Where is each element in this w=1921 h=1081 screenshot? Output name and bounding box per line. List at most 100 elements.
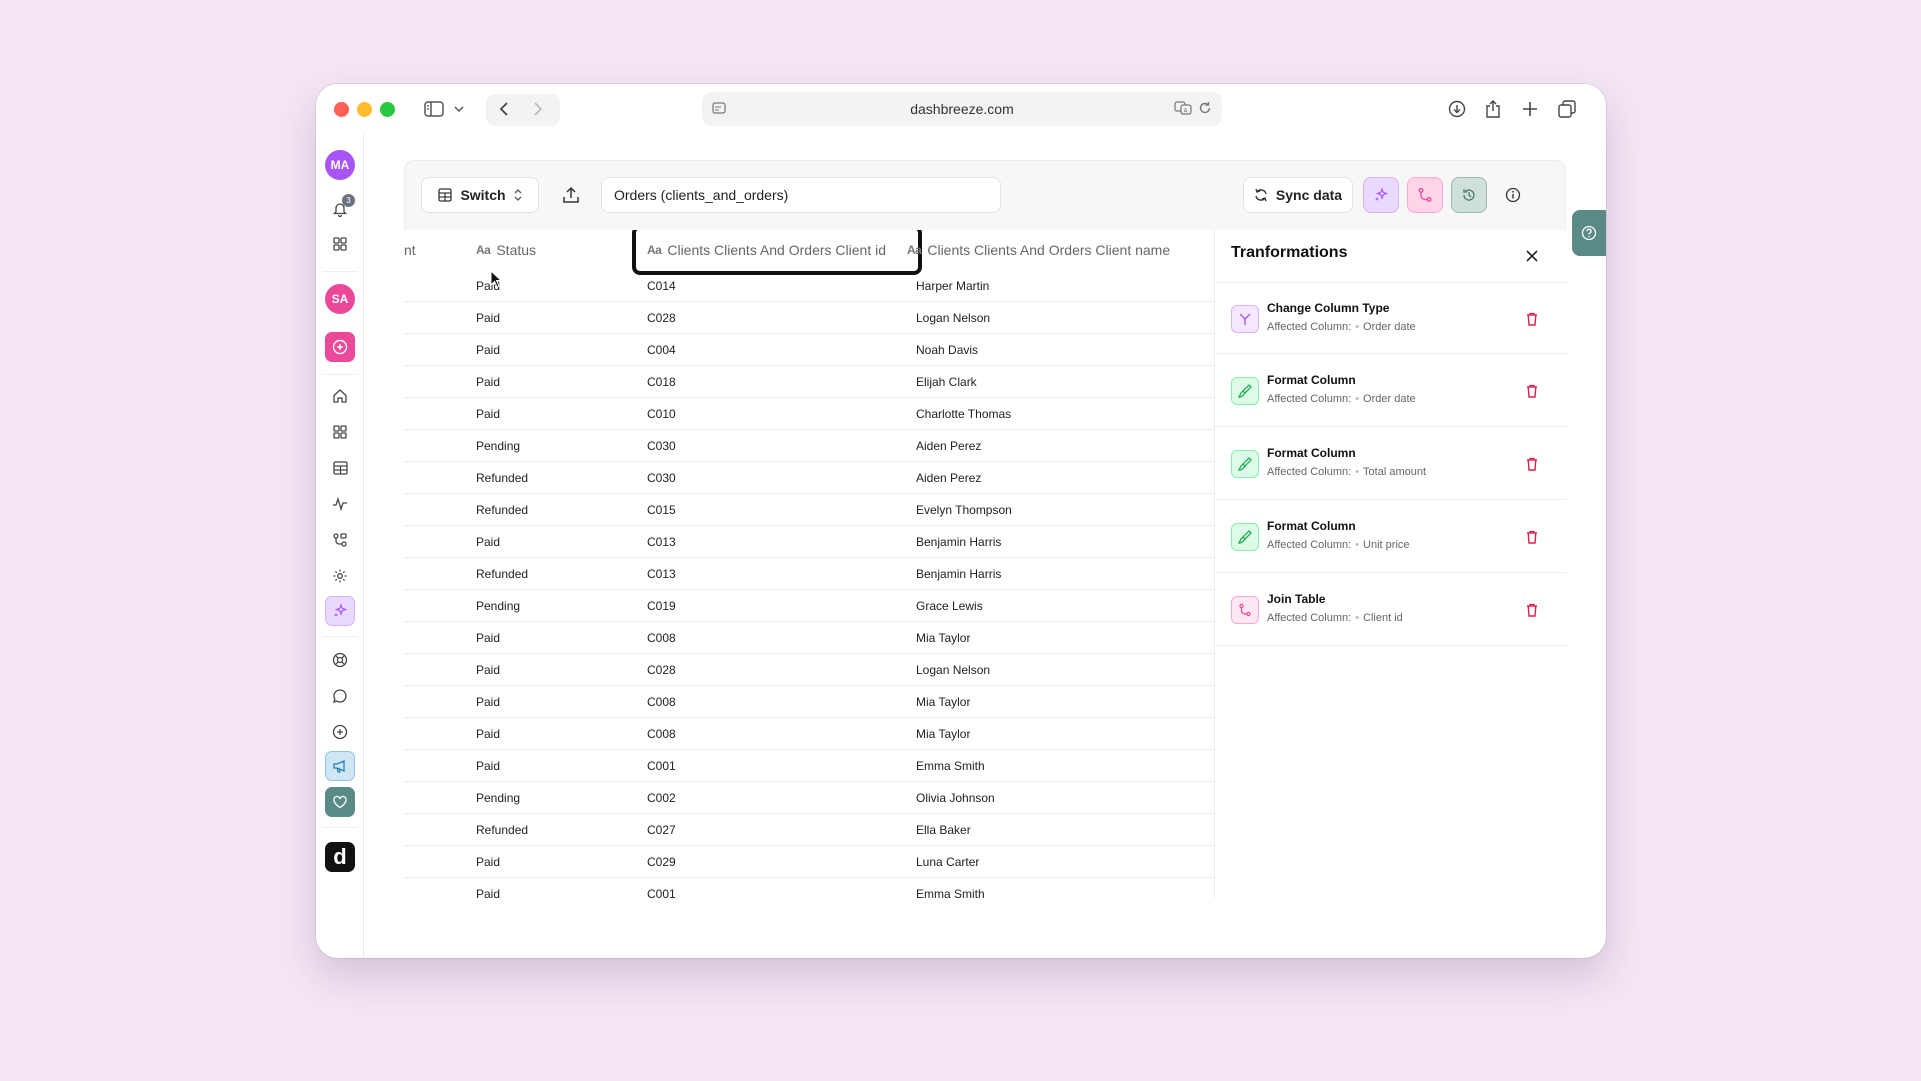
cell-client-id: C004	[647, 343, 676, 357]
cell-client-name: Grace Lewis	[916, 599, 983, 613]
cell-status: Paid	[476, 343, 501, 357]
transformation-item[interactable]: Format Column Affected Column: • Unit price	[1215, 501, 1567, 573]
cell-client-name: Luna Carter	[916, 855, 980, 869]
history-button[interactable]	[1451, 177, 1487, 213]
upload-button[interactable]	[553, 177, 589, 213]
cell-status: Paid	[476, 887, 501, 898]
join-icon	[1418, 188, 1432, 202]
table-row[interactable]: Paid C018 Elijah Clark	[404, 366, 1214, 398]
table-row[interactable]: Refunded C015 Evelyn Thompson	[404, 494, 1214, 526]
close-window-button[interactable]	[334, 102, 349, 117]
announcements-button[interactable]	[325, 751, 355, 781]
table-row[interactable]: Paid C008 Mia Taylor	[404, 686, 1214, 718]
refresh-icon	[1255, 188, 1267, 202]
table-row[interactable]: Pending C002 Olivia Johnson	[404, 782, 1214, 814]
dataset-name-field[interactable]: Orders (clients_and_orders)	[601, 177, 1001, 213]
column-highlight-outline	[632, 230, 922, 275]
feedback-heart-button[interactable]	[325, 787, 355, 817]
ai-sparkles-button[interactable]	[325, 596, 355, 626]
cell-status: Pending	[476, 599, 521, 613]
table-row[interactable]: Pending C019 Grace Lewis	[404, 590, 1214, 622]
table-row[interactable]: Refunded C013 Benjamin Harris	[404, 558, 1214, 590]
workspace-avatar[interactable]: SA	[325, 284, 355, 314]
table-row[interactable]: Refunded C027 Ella Baker	[404, 814, 1214, 846]
forward-arrow-icon[interactable]	[524, 94, 552, 124]
activity-icon[interactable]	[325, 489, 355, 519]
table-row[interactable]: Paid C008 Mia Taylor	[404, 622, 1214, 654]
column-header-status[interactable]: Aa Status	[476, 230, 536, 270]
table-row[interactable]: Paid C028 Logan Nelson	[404, 654, 1214, 686]
trash-icon[interactable]	[1523, 600, 1541, 620]
support-lifebuoy-icon[interactable]	[325, 645, 355, 675]
download-icon[interactable]	[1442, 94, 1472, 124]
cell-status: Refunded	[476, 503, 529, 517]
transformation-item[interactable]: Join Table Affected Column: • Client id	[1215, 574, 1567, 646]
transformation-title: Format Column	[1267, 373, 1356, 387]
column-header-amount[interactable]: nt	[404, 230, 416, 270]
cell-client-id: C027	[647, 823, 676, 837]
info-icon	[1505, 187, 1521, 203]
workflow-icon[interactable]	[325, 525, 355, 555]
switch-label: Switch	[460, 187, 506, 203]
table-row[interactable]: Paid C014 Harper Martin	[404, 270, 1214, 302]
ai-assist-button[interactable]	[1363, 177, 1399, 213]
maximize-window-button[interactable]	[380, 102, 395, 117]
close-icon[interactable]	[1522, 246, 1542, 266]
join-table-button[interactable]	[1407, 177, 1443, 213]
table-row[interactable]: Paid C028 Logan Nelson	[404, 302, 1214, 334]
trash-icon[interactable]	[1523, 527, 1541, 547]
table-icon[interactable]	[325, 453, 355, 483]
reload-icon[interactable]	[1198, 101, 1212, 118]
table-row[interactable]: Paid C001 Emma Smith	[404, 878, 1214, 898]
column-header-client-name[interactable]: Aa Clients Clients And Orders Client nam…	[907, 230, 1170, 270]
table-row[interactable]: Paid C013 Benjamin Harris	[404, 526, 1214, 558]
cell-client-id: C010	[647, 407, 676, 421]
table-row[interactable]: Paid C010 Charlotte Thomas	[404, 398, 1214, 430]
table-row[interactable]: Pending C030 Aiden Perez	[404, 430, 1214, 462]
transformation-item[interactable]: Change Column Type Affected Column: • Order…	[1215, 282, 1567, 354]
new-tab-icon[interactable]	[1515, 94, 1545, 124]
translate-icon[interactable]: A	[1174, 101, 1192, 118]
apps-grid-icon[interactable]	[325, 229, 355, 259]
trash-icon[interactable]	[1523, 381, 1541, 401]
cell-client-id: C018	[647, 375, 676, 389]
add-feature-icon[interactable]	[325, 717, 355, 747]
transformation-item[interactable]: Format Column Affected Column: • Order date	[1215, 355, 1567, 427]
cell-status: Paid	[476, 311, 501, 325]
help-widget-button[interactable]	[1572, 210, 1606, 256]
table-row[interactable]: Refunded C030 Aiden Perez	[404, 462, 1214, 494]
cell-status: Paid	[476, 663, 501, 677]
trash-icon[interactable]	[1523, 454, 1541, 474]
add-workspace-button[interactable]	[325, 332, 355, 362]
home-icon[interactable]	[325, 381, 355, 411]
trash-icon[interactable]	[1523, 309, 1541, 329]
notifications-button[interactable]: 3	[325, 194, 355, 224]
chevron-down-icon[interactable]	[450, 94, 468, 124]
tab-overview-icon[interactable]	[1552, 94, 1582, 124]
main-panel: Switch Orders (clients_and_orders) Sync …	[404, 160, 1567, 958]
table-row[interactable]: Paid C004 Noah Davis	[404, 334, 1214, 366]
page-settings-icon[interactable]	[712, 101, 726, 118]
table-row[interactable]: Paid C001 Emma Smith	[404, 750, 1214, 782]
settings-gear-icon[interactable]	[325, 561, 355, 591]
user-avatar[interactable]: MA	[325, 150, 355, 180]
table-row[interactable]: Paid C008 Mia Taylor	[404, 718, 1214, 750]
back-arrow-icon[interactable]	[490, 94, 518, 124]
cell-client-name: Aiden Perez	[916, 439, 982, 453]
sync-data-button[interactable]: Sync data	[1243, 177, 1353, 213]
minimize-window-button[interactable]	[357, 102, 372, 117]
share-icon[interactable]	[1478, 94, 1508, 124]
transformation-item[interactable]: Format Column Affected Column: • Total amou…	[1215, 428, 1567, 500]
table-row[interactable]: Paid C029 Luna Carter	[404, 846, 1214, 878]
separator-dot: •	[1355, 539, 1360, 551]
info-button[interactable]	[1495, 177, 1531, 213]
chat-bubble-icon[interactable]	[325, 681, 355, 711]
dashbreeze-logo[interactable]: d	[325, 842, 355, 872]
cell-status: Refunded	[476, 823, 529, 837]
switch-dataset-button[interactable]: Switch	[421, 177, 539, 213]
transformation-affected: Affected Column: • Order date	[1267, 393, 1416, 405]
dashboards-icon[interactable]	[325, 417, 355, 447]
address-bar[interactable]: dashbreeze.com A	[702, 92, 1222, 126]
sidebar-toggle-icon[interactable]	[420, 94, 448, 124]
cell-status: Paid	[476, 407, 501, 421]
